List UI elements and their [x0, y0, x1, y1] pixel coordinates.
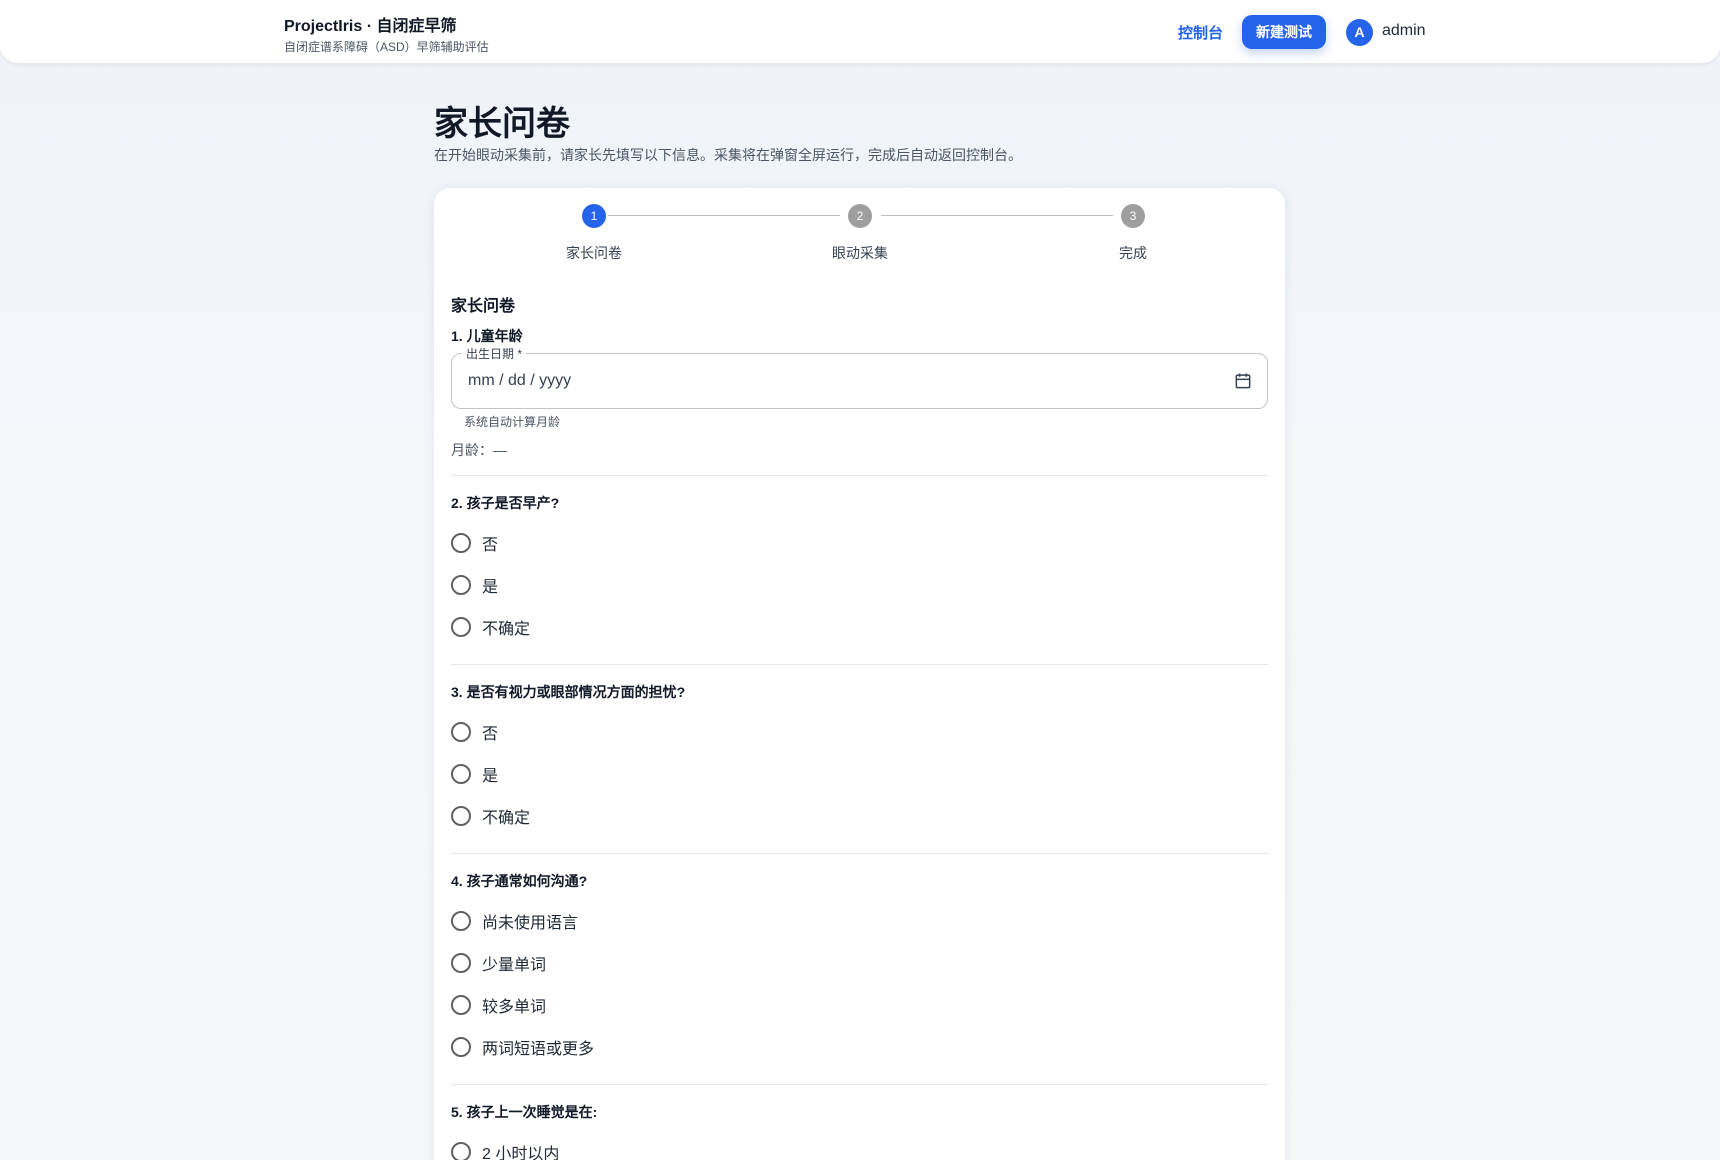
radio-button[interactable] [451, 533, 471, 553]
divider [451, 664, 1268, 665]
question-5-title: 5. 孩子上一次睡觉是在: [451, 1104, 598, 1120]
brand: ProjectIris · 自闭症早筛 自闭症谱系障碍（ASD）早筛辅助评估 [284, 12, 489, 55]
age-in-months: 月龄：— [451, 442, 507, 458]
radio-button[interactable] [451, 764, 471, 784]
birth-date-input[interactable]: mm / dd / yyyy [468, 372, 571, 390]
question-1-title: 1. 儿童年龄 [451, 328, 523, 344]
radio-button[interactable] [451, 575, 471, 595]
questionnaire-card: 1 家长问卷 2 眼动采集 3 完成 家长问卷 1. 儿童年龄 出生日期 * m… [434, 188, 1285, 1160]
nav-dashboard-link[interactable]: 控制台 [1178, 22, 1223, 43]
option-label: 否 [482, 537, 499, 554]
radio-button[interactable] [451, 953, 471, 973]
q4-option-phrases[interactable]: 两词短语或更多 [451, 1035, 594, 1059]
step-3-label: 完成 [1119, 245, 1147, 261]
radio-button[interactable] [451, 806, 471, 826]
birth-date-label: 出生日期 * [462, 345, 527, 362]
q2-option-no[interactable]: 否 [451, 531, 498, 555]
option-label: 是 [482, 579, 499, 596]
new-test-button[interactable]: 新建测试 [1242, 15, 1326, 49]
q4-option-many-words[interactable]: 较多单词 [451, 993, 546, 1017]
q4-option-few-words[interactable]: 少量单词 [451, 951, 546, 975]
radio-button[interactable] [451, 995, 471, 1015]
radio-button[interactable] [451, 1037, 471, 1057]
radio-button[interactable] [451, 722, 471, 742]
divider [451, 853, 1268, 854]
step-2: 2 眼动采集 [800, 204, 920, 263]
option-label: 尚未使用语言 [482, 915, 579, 932]
step-3: 3 完成 [1073, 204, 1193, 263]
question-2-title: 2. 孩子是否早产? [451, 495, 560, 511]
option-label: 否 [482, 726, 499, 743]
q3-option-unsure[interactable]: 不确定 [451, 804, 530, 828]
question-3-title: 3. 是否有视力或眼部情况方面的担忧? [451, 684, 686, 700]
calendar-icon[interactable] [1233, 371, 1253, 391]
option-label: 较多单词 [482, 999, 547, 1016]
step-1-circle: 1 [582, 204, 606, 228]
option-label: 不确定 [482, 810, 531, 827]
page-title: 家长问卷 [434, 105, 570, 143]
stepper: 1 家长问卷 2 眼动采集 3 完成 [434, 188, 1285, 268]
avatar[interactable]: A [1346, 19, 1373, 46]
question-4-title: 4. 孩子通常如何沟通? [451, 873, 588, 889]
birth-date-helper: 系统自动计算月龄 [464, 415, 561, 429]
option-label: 2 小时以内 [482, 1146, 560, 1160]
step-1: 1 家长问卷 [534, 204, 654, 263]
step-2-label: 眼动采集 [832, 245, 888, 261]
q3-option-no[interactable]: 否 [451, 720, 498, 744]
step-3-circle: 3 [1121, 204, 1145, 228]
section-title: 家长问卷 [451, 298, 516, 315]
q2-option-yes[interactable]: 是 [451, 573, 498, 597]
birth-date-field[interactable]: 出生日期 * mm / dd / yyyy [451, 345, 1268, 409]
brand-subtitle: 自闭症谱系障碍（ASD）早筛辅助评估 [284, 40, 489, 54]
radio-button[interactable] [451, 911, 471, 931]
top-app-bar: ProjectIris · 自闭症早筛 自闭症谱系障碍（ASD）早筛辅助评估 控… [0, 0, 1720, 64]
option-label: 是 [482, 768, 499, 785]
option-label: 两词短语或更多 [482, 1041, 595, 1058]
q2-option-unsure[interactable]: 不确定 [451, 615, 530, 639]
brand-title: ProjectIris · 自闭症早筛 [284, 18, 457, 35]
divider [451, 475, 1268, 476]
q3-option-yes[interactable]: 是 [451, 762, 498, 786]
option-label: 不确定 [482, 621, 531, 638]
radio-button[interactable] [451, 617, 471, 637]
divider [451, 1084, 1268, 1085]
step-2-circle: 2 [848, 204, 872, 228]
username[interactable]: admin [1382, 22, 1426, 40]
page-description: 在开始眼动采集前，请家长先填写以下信息。采集将在弹窗全屏运行，完成后自动返回控制… [434, 147, 1022, 163]
q4-option-no-language[interactable]: 尚未使用语言 [451, 909, 578, 933]
q5-option-within-2h[interactable]: 2 小时以内 [451, 1140, 559, 1160]
step-1-label: 家长问卷 [566, 245, 622, 261]
radio-button[interactable] [451, 1142, 471, 1160]
option-label: 少量单词 [482, 957, 547, 974]
